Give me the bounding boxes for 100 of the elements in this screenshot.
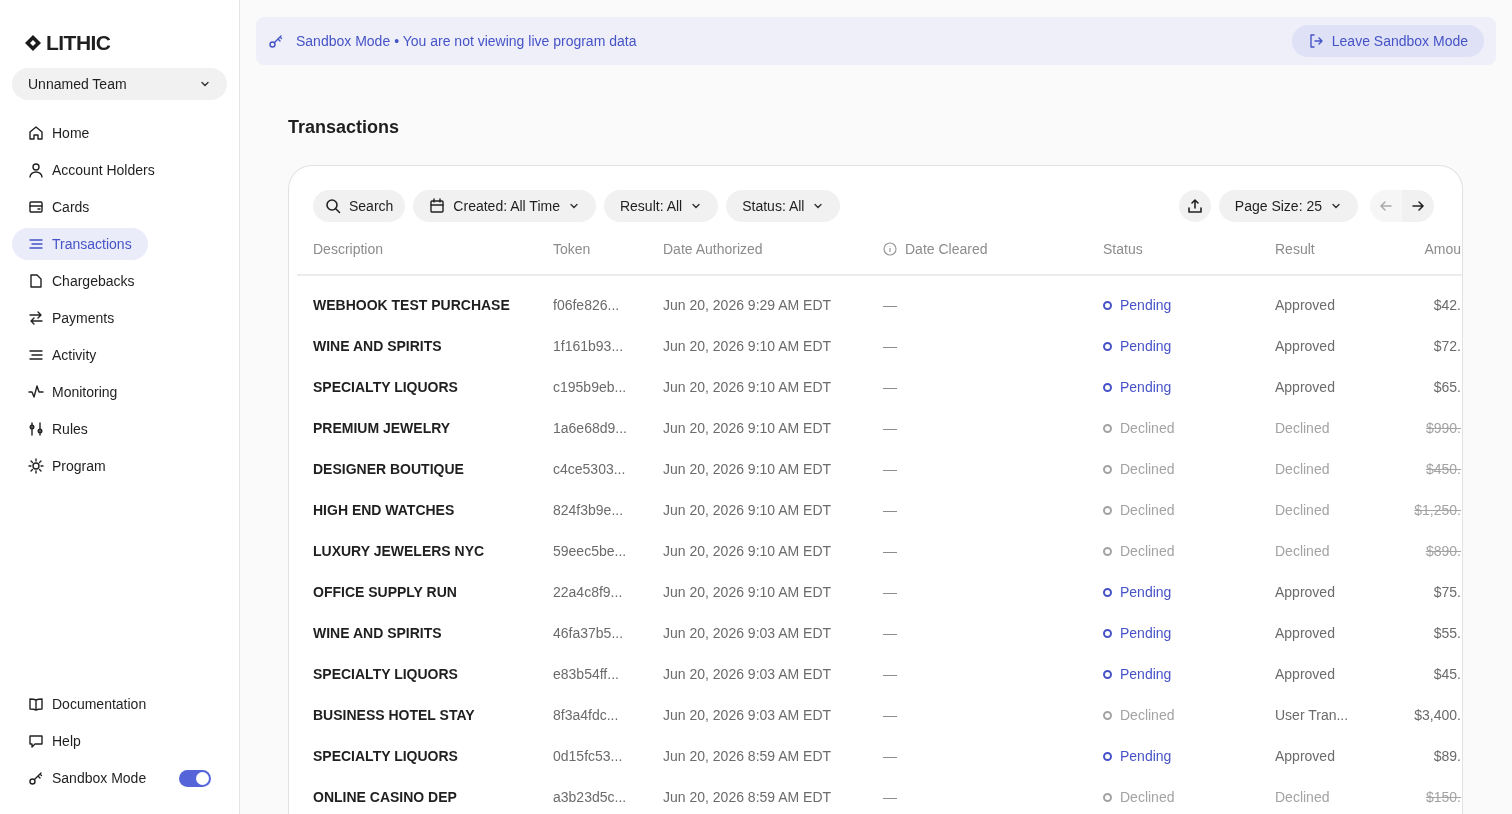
table-cell-text: — — [883, 747, 898, 766]
table-cell-text: — — [883, 296, 898, 315]
search-icon — [325, 198, 341, 214]
nav-item[interactable]: Program — [12, 450, 122, 482]
table-cell-text: Approved — [1275, 665, 1336, 684]
table-cell-text: $1,250. — [1413, 501, 1461, 520]
table-cell-text: SPECIALTY LIQUORS — [313, 378, 459, 397]
table-cell-text: $150. — [1424, 788, 1461, 807]
table-cell-text: Declined — [1275, 501, 1331, 520]
column-header[interactable]: Token — [553, 240, 591, 257]
home-icon — [28, 125, 44, 141]
column-header[interactable]: Date Cleared — [905, 238, 988, 260]
table-cell-text: Jun 20, 2026 9:10 AM EDT — [663, 542, 833, 561]
status-label: Declined — [1120, 788, 1175, 807]
next-page-button[interactable] — [1402, 190, 1434, 222]
table-cell-text: $890. — [1424, 542, 1461, 561]
filter-dropdown[interactable]: Status: All — [726, 190, 841, 222]
table-cell-text: 0d15fc53... — [553, 747, 624, 766]
table-cell-text: — — [883, 665, 898, 684]
nav-item[interactable]: Transactions — [12, 228, 148, 260]
table-cell-text: Jun 20, 2026 9:29 AM EDT — [663, 296, 833, 315]
table-cell-text: — — [883, 706, 898, 725]
status-label: Declined — [1120, 501, 1175, 520]
table-cell-text: e83b54ff... — [553, 665, 620, 684]
column-header[interactable]: Date Authorized — [663, 240, 763, 257]
table-cell-text: 824f3b9e... — [553, 501, 625, 520]
nav-item[interactable]: Monitoring — [12, 376, 134, 408]
upload-icon — [1186, 198, 1203, 214]
table-cell-text: $3,400. — [1413, 706, 1461, 725]
sliders-icon — [28, 421, 44, 437]
table-cell-text: Jun 20, 2026 9:03 AM EDT — [663, 624, 833, 643]
table-cell-text: Jun 20, 2026 9:03 AM EDT — [663, 706, 833, 725]
leave-sandbox-button[interactable]: Leave Sandbox Mode — [1291, 25, 1484, 57]
table-cell-text: 1f161b93... — [553, 337, 625, 356]
table-cell-text: — — [883, 542, 898, 561]
key-icon — [28, 770, 44, 786]
table-cell-text: SPECIALTY LIQUORS — [313, 665, 459, 684]
table-cell-text: $72. — [1432, 337, 1461, 356]
page-size-dropdown[interactable]: Page Size: 25 — [1218, 190, 1358, 222]
table-cell-text: Declined — [1275, 788, 1331, 807]
status-label: Declined — [1120, 542, 1175, 561]
table-cell-text: — — [883, 337, 898, 356]
table-cell-text: Jun 20, 2026 9:10 AM EDT — [663, 501, 833, 520]
nav-item[interactable]: Cards — [12, 191, 106, 223]
table-cell-text: Jun 20, 2026 9:03 AM EDT — [663, 665, 833, 684]
nav-item[interactable]: Chargebacks — [12, 265, 151, 297]
exit-icon — [1307, 33, 1324, 49]
status-label: Pending — [1120, 378, 1172, 397]
nav-item[interactable]: Documentation — [12, 688, 163, 720]
column-header[interactable]: Description — [313, 240, 384, 257]
arrow-right-icon — [1411, 199, 1425, 213]
filter-dropdown[interactable]: Created: All Time — [413, 190, 596, 222]
table-cell-text: PREMIUM JEWELRY — [313, 419, 452, 438]
table-cell-text: BUSINESS HOTEL STAY — [313, 706, 476, 725]
status-label: Pending — [1120, 624, 1172, 643]
table-cell-text: c4ce5303... — [553, 460, 627, 479]
nav-item[interactable]: Activity — [12, 339, 113, 371]
column-header[interactable]: Status — [1103, 240, 1143, 257]
table-cell-text: $55. — [1432, 624, 1461, 643]
toggle-switch[interactable] — [179, 769, 211, 787]
table-cell-text: — — [883, 624, 898, 643]
table-cell-text: 46fa37b5... — [553, 624, 625, 643]
logo-icon — [24, 33, 42, 52]
status-label: Pending — [1120, 337, 1172, 356]
banner-title: Sandbox Mode — [296, 31, 391, 51]
logo-text: LITHIC — [46, 29, 111, 56]
nav-item[interactable]: Account Holders — [12, 154, 171, 186]
table-cell-text: SPECIALTY LIQUORS — [313, 747, 459, 766]
export-button[interactable] — [1178, 190, 1211, 222]
nav-item[interactable]: Home — [12, 117, 106, 149]
table-cell-text: Jun 20, 2026 9:10 AM EDT — [663, 583, 833, 602]
status-label: Declined — [1120, 419, 1175, 438]
table-cell-text: Declined — [1275, 542, 1331, 561]
table-cell-text: WEBHOOK TEST PURCHASE — [313, 296, 511, 315]
settings-icon — [28, 458, 44, 474]
table-cell-text: Approved — [1275, 583, 1336, 602]
table-cell-text: 22a4c8f9... — [553, 583, 624, 602]
table-cell-text: f06fe826... — [553, 296, 621, 315]
card-icon — [28, 199, 44, 215]
table-cell-text: Declined — [1275, 460, 1331, 479]
nav-item[interactable]: Help — [12, 725, 97, 757]
table-cell-text: Jun 20, 2026 9:10 AM EDT — [663, 337, 833, 356]
status-label: Pending — [1120, 747, 1172, 766]
filter-dropdown[interactable]: Result: All — [603, 190, 719, 222]
table-cell-text: — — [883, 583, 898, 602]
book-icon — [28, 696, 44, 712]
status-label: Declined — [1120, 706, 1175, 725]
speech-bubble-icon — [28, 733, 44, 749]
document-icon — [28, 273, 44, 289]
banner-message: • You are not viewing live program data — [394, 31, 637, 51]
table-cell-text: Approved — [1275, 378, 1336, 397]
arrows-icon — [28, 310, 44, 326]
pulse-icon — [28, 384, 44, 400]
sandbox-mode-label: Sandbox Mode — [52, 768, 148, 788]
team-selector[interactable]: Unnamed Team — [12, 68, 227, 100]
search-button[interactable]: Search — [313, 190, 406, 222]
nav-item[interactable]: Payments — [12, 302, 131, 334]
table-cell-text: Jun 20, 2026 9:10 AM EDT — [663, 419, 833, 438]
nav-item[interactable]: Rules — [12, 413, 104, 445]
status-label: Declined — [1120, 460, 1175, 479]
